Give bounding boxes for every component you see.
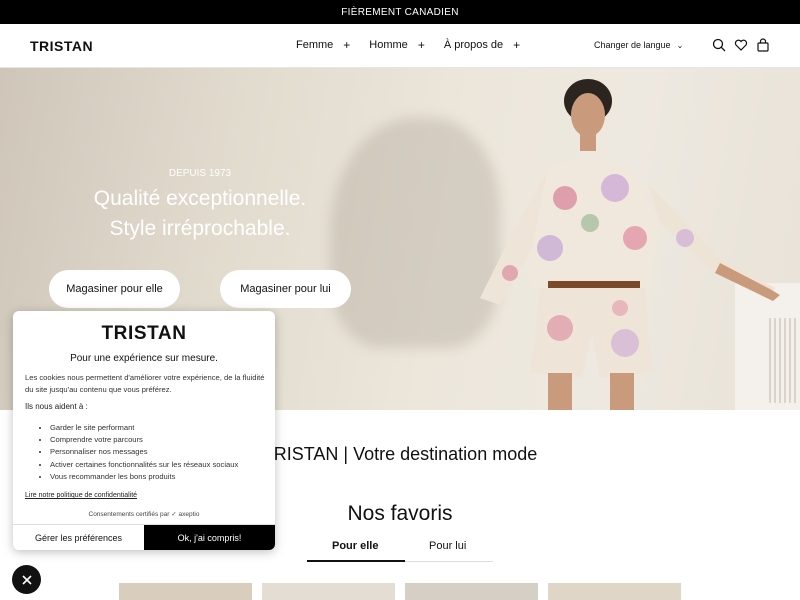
certifier-name[interactable]: axeptio bbox=[179, 511, 200, 518]
nav-item-a-propos[interactable]: À propos de + bbox=[444, 38, 520, 52]
announcement-text: FIÈREMENT CANADIEN bbox=[341, 6, 459, 18]
hero-title-line: Style irréprochable. bbox=[109, 217, 291, 240]
list-item: Vous recommander les bons produits bbox=[50, 471, 238, 483]
close-icon bbox=[21, 574, 32, 585]
nav-label: À propos de bbox=[443, 39, 504, 51]
tab-pour-lui[interactable]: Pour lui bbox=[429, 540, 466, 552]
cookie-logo: TRISTAN bbox=[101, 323, 187, 344]
plus-icon: + bbox=[513, 38, 521, 52]
tab-pour-elle[interactable]: Pour elle bbox=[332, 540, 378, 552]
product-thumbnail[interactable] bbox=[262, 583, 395, 600]
heart-icon[interactable] bbox=[734, 38, 748, 52]
list-item: Garder le site performant bbox=[50, 422, 238, 434]
product-thumbnails bbox=[0, 583, 800, 600]
axeptio-logo-icon: ✓ bbox=[171, 511, 177, 518]
cookie-description: Les cookies nous permettent d'améliorer … bbox=[25, 373, 265, 394]
consent-certification: Consentements certifiés par ✓ axeptio bbox=[13, 510, 275, 518]
language-label: Changer de langue bbox=[594, 40, 671, 50]
product-thumbnail[interactable] bbox=[548, 583, 681, 600]
list-item: Activer certaines fonctionnalités sur le… bbox=[50, 459, 238, 471]
hero-title: Qualité exceptionnelle. Style irréprocha… bbox=[0, 184, 400, 244]
product-thumbnail[interactable] bbox=[119, 583, 252, 600]
favorites-tabs: Pour elle Pour lui bbox=[307, 538, 493, 562]
plus-icon: + bbox=[343, 38, 351, 52]
hero-subtitle: DEPUIS 1973 bbox=[168, 168, 232, 179]
site-logo[interactable]: TRISTAN bbox=[30, 38, 93, 54]
plus-icon: + bbox=[417, 38, 425, 52]
cookie-purpose-list: Garder le site performant Comprendre vot… bbox=[50, 422, 238, 483]
nav-item-homme[interactable]: Homme + bbox=[369, 38, 425, 52]
main-nav: Femme + Homme + À propos de + bbox=[296, 38, 539, 52]
cookie-buttons: Gérer les préférences Ok, j'ai compris! bbox=[13, 524, 275, 550]
privacy-policy-link[interactable]: Lire notre politique de confidentialité bbox=[25, 492, 137, 499]
accept-cookies-button[interactable]: Ok, j'ai compris! bbox=[144, 525, 275, 550]
nav-label: Homme bbox=[369, 39, 408, 51]
chevron-down-icon: ⌄ bbox=[676, 40, 684, 50]
site-header: TRISTAN Femme + Homme + À propos de + Ch… bbox=[0, 24, 800, 68]
announcement-bar: FIÈREMENT CANADIEN bbox=[0, 0, 800, 24]
cookie-title: Pour une expérience sur mesure. bbox=[70, 353, 218, 364]
language-switcher[interactable]: Changer de langue ⌄ bbox=[594, 40, 683, 50]
product-thumbnail[interactable] bbox=[405, 583, 538, 600]
model-photo bbox=[480, 79, 780, 410]
search-icon[interactable] bbox=[712, 38, 726, 52]
cookie-consent-dialog: TRISTAN Pour une expérience sur mesure. … bbox=[13, 311, 275, 550]
manage-preferences-button[interactable]: Gérer les préférences bbox=[13, 525, 144, 550]
shop-her-button[interactable]: Magasiner pour elle bbox=[49, 270, 180, 308]
close-button[interactable] bbox=[12, 565, 41, 594]
hero-title-line: Qualité exceptionnelle. bbox=[93, 187, 307, 210]
list-item: Comprendre votre parcours bbox=[50, 434, 238, 446]
list-item: Personnaliser nos messages bbox=[50, 446, 238, 458]
certified-text: Consentements certifiés par bbox=[88, 511, 170, 518]
nav-item-femme[interactable]: Femme + bbox=[296, 38, 350, 52]
bag-icon[interactable] bbox=[756, 38, 770, 52]
cookie-help-heading: Ils nous aident à : bbox=[25, 402, 88, 411]
active-tab-indicator bbox=[307, 560, 405, 562]
header-icons bbox=[712, 38, 770, 52]
nav-label: Femme bbox=[296, 39, 334, 51]
shop-him-button[interactable]: Magasiner pour lui bbox=[220, 270, 351, 308]
